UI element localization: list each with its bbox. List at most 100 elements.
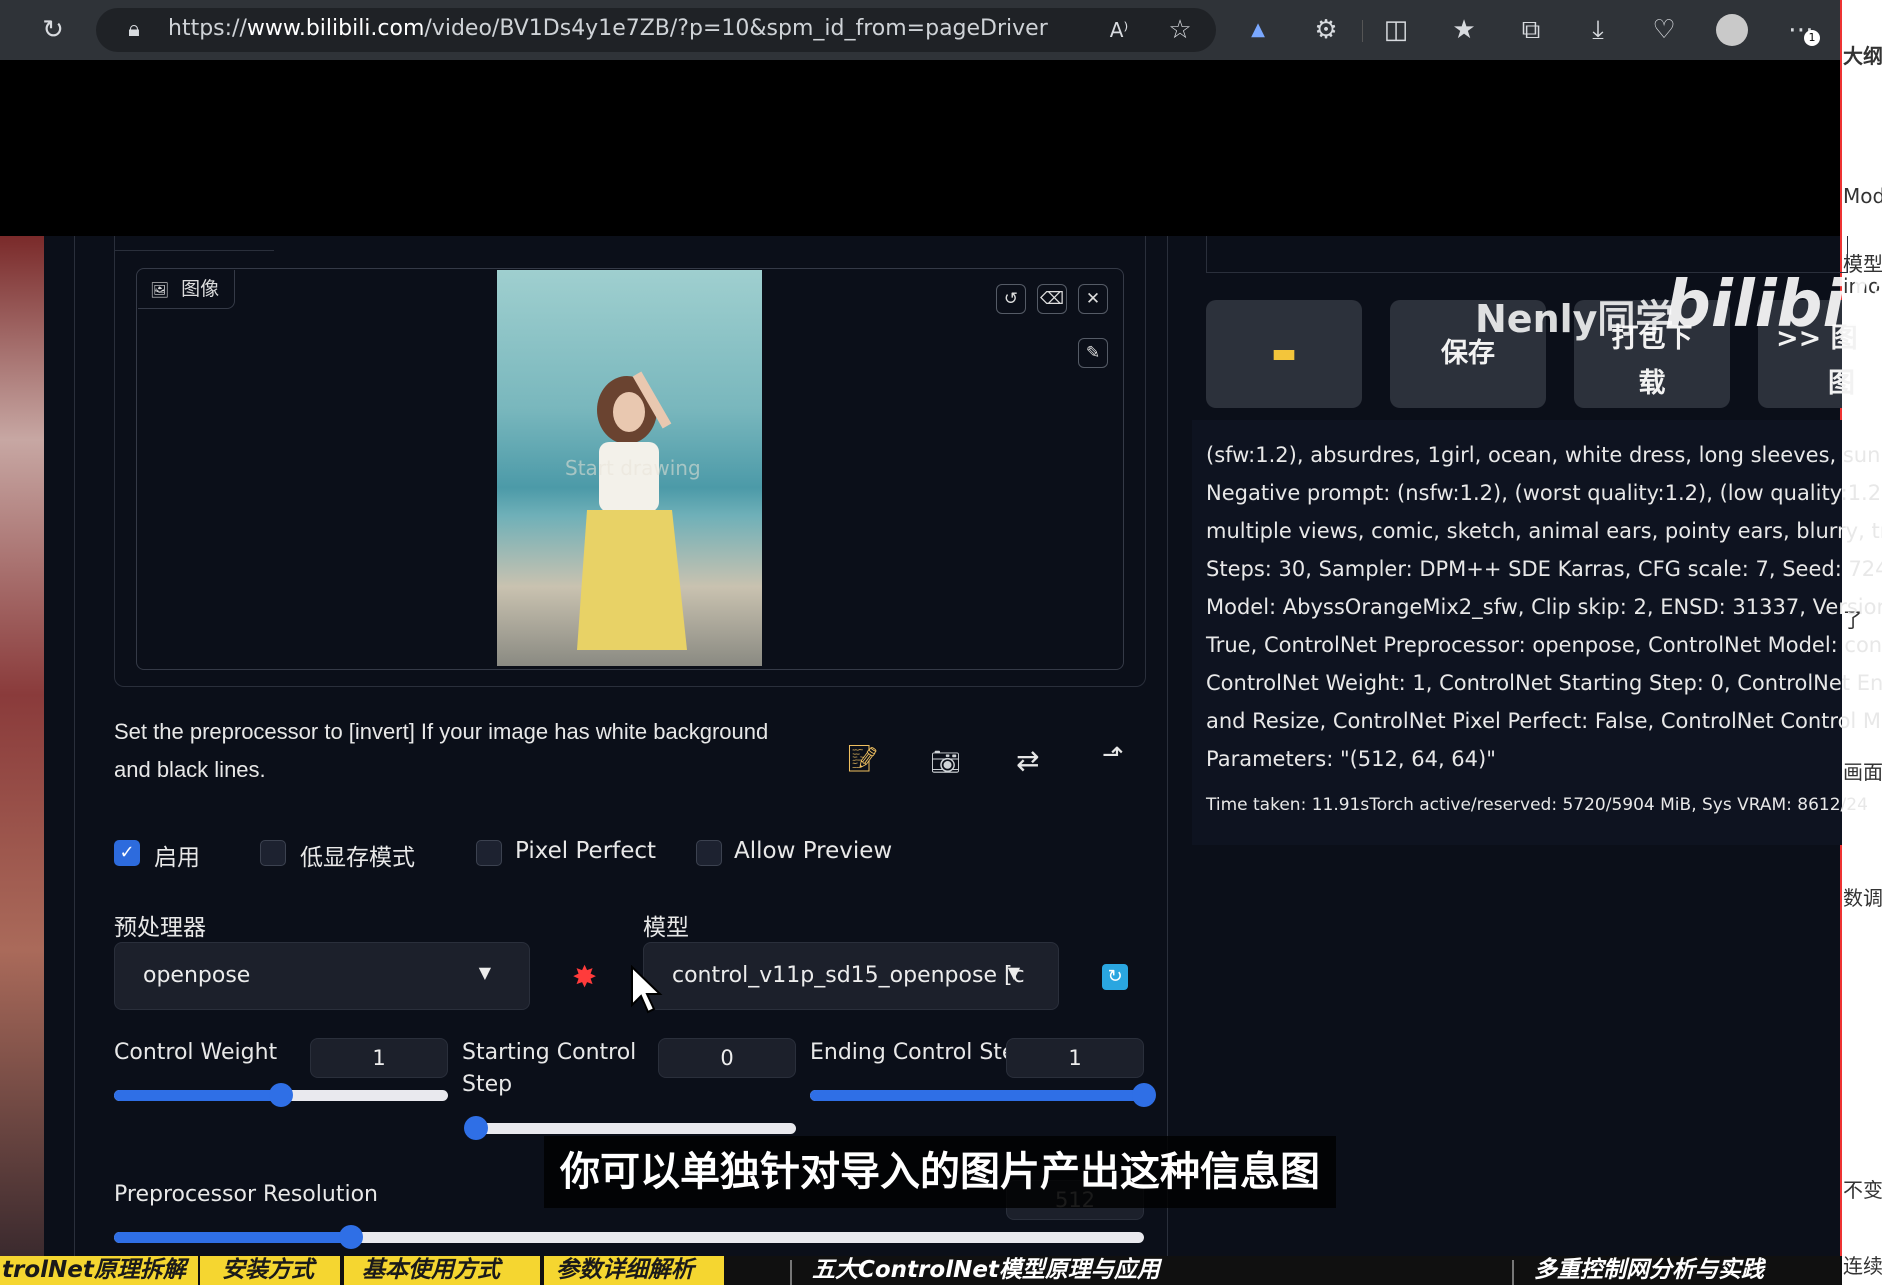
starting-step-label: Starting Control xyxy=(462,1040,637,1065)
chapter-item[interactable]: 安装方式 xyxy=(200,1256,340,1285)
chapter-item[interactable]: 基本使用方式 xyxy=(344,1256,540,1285)
control-weight-label: Control Weight xyxy=(114,1040,278,1065)
chapter-divider xyxy=(790,1260,792,1285)
lock-icon[interactable]: 🔒︎ xyxy=(116,15,152,45)
browser-essentials-icon[interactable]: ♡ xyxy=(1646,15,1682,45)
notification-badge: 1 xyxy=(1804,30,1820,46)
folder-icon: ▬ xyxy=(1271,338,1297,369)
chevron-down-icon: ▼ xyxy=(478,963,491,982)
model-value: control_v11p_sd15_openpose [c xyxy=(672,963,1025,988)
outline-text: 数调 xyxy=(1843,886,1882,910)
info-line: and Resize, ControlNet Pixel Perfect: Fa… xyxy=(1206,709,1882,733)
info-line: Parameters: "(512, 64, 64)" xyxy=(1206,747,1496,771)
background-artwork-strip xyxy=(0,236,44,1256)
close-icon[interactable]: ✕ xyxy=(1078,284,1108,314)
url-text[interactable]: https://www.bilibili.com/video/BV1Ds4y1e… xyxy=(168,16,1048,41)
time-taken-text: Time taken: 11.91sTorch active/reserved:… xyxy=(1206,795,1868,815)
preprocessor-resolution-slider-fill xyxy=(114,1232,351,1243)
info-line: (sfw:1.2), absurdres, 1girl, ocean, whit… xyxy=(1206,443,1882,467)
brush-icon[interactable]: ✎ xyxy=(1078,338,1108,368)
chapter-divider xyxy=(1512,1260,1514,1285)
undo-icon[interactable]: ↺ xyxy=(996,284,1026,314)
ending-step-input[interactable]: 1 xyxy=(1006,1038,1144,1078)
image-label-text: 图像 xyxy=(181,278,220,300)
run-preprocessor-icon[interactable]: ✸ xyxy=(572,960,597,995)
bilibili-logo-watermark: bilibili xyxy=(1665,268,1882,342)
toolbar-divider xyxy=(1362,20,1363,42)
preprocessor-resolution-label: Preprocessor Resolution xyxy=(114,1182,378,1207)
favorite-star-icon[interactable]: ☆ xyxy=(1162,15,1198,45)
uploader-watermark: Nenly同学 xyxy=(1475,297,1674,341)
video-subtitle: 你可以单独针对导入的图片产出这种信息图 xyxy=(544,1136,1336,1208)
info-line: multiple views, comic, sketch, animal ea… xyxy=(1206,519,1882,543)
refresh-models-icon[interactable]: ↻ xyxy=(1102,964,1128,990)
ending-step-slider-fill xyxy=(810,1090,1144,1101)
download-icon[interactable]: ⤓ xyxy=(1580,15,1616,45)
allow-preview-label: Allow Preview xyxy=(734,838,893,864)
extensions-icon[interactable]: ⚙ xyxy=(1308,15,1344,45)
refresh-icon[interactable]: ↻ xyxy=(35,15,71,45)
starting-step-input[interactable]: 0 xyxy=(658,1038,796,1078)
send-to-img2img-line2: 图 xyxy=(1828,368,1855,399)
ending-step-slider-handle[interactable] xyxy=(1132,1083,1156,1107)
preprocessor-value: openpose xyxy=(143,963,251,988)
info-line: Negative prompt: (nsfw:1.2), (worst qual… xyxy=(1206,481,1882,505)
read-aloud-icon[interactable]: A⁾ xyxy=(1101,15,1137,45)
starting-step-label-line2: Step xyxy=(462,1072,513,1097)
pixel-perfect-checkbox[interactable] xyxy=(476,840,502,866)
collections-icon[interactable]: ⧉ xyxy=(1513,15,1549,45)
control-weight-input[interactable]: 1 xyxy=(310,1038,448,1078)
outline-text: 不变 xyxy=(1843,1178,1882,1202)
enable-checkbox[interactable]: ✓ xyxy=(114,840,140,866)
outline-text: 连续 xyxy=(1843,1254,1882,1278)
outline-text: 大纲 xyxy=(1843,44,1882,68)
outline-text: Mod xyxy=(1843,184,1882,208)
outline-text: 画面 xyxy=(1843,760,1882,784)
chevron-down-icon: ▼ xyxy=(1007,963,1020,982)
starting-step-slider[interactable] xyxy=(476,1123,796,1134)
swap-icon[interactable]: ⇄ xyxy=(1016,744,1039,777)
photo-subject xyxy=(577,371,687,650)
webcam-icon[interactable]: 📷︎ xyxy=(930,748,960,776)
mouse-cursor-icon xyxy=(631,965,663,1014)
eraser-icon[interactable]: ⌫ xyxy=(1037,284,1067,314)
copilot-icon[interactable]: ▲ xyxy=(1240,15,1276,45)
info-line: Steps: 30, Sampler: DPM++ SDE Karras, CF… xyxy=(1206,557,1882,581)
chapter-item[interactable]: 参数详细解析 xyxy=(544,1256,724,1285)
control-weight-slider-fill xyxy=(114,1090,281,1101)
model-label: 模型 xyxy=(643,915,689,941)
url-prefix: https:// xyxy=(168,16,247,41)
new-canvas-icon[interactable]: 📝︎ xyxy=(846,744,879,774)
chapter-item[interactable]: trolNet原理拆解 xyxy=(0,1256,198,1285)
preprocessor-select[interactable]: openpose ▼ xyxy=(114,942,530,1010)
url-domain: www.bilibili.com xyxy=(246,16,425,41)
info-line: Model: AbyssOrangeMix2_sfw, Clip skip: 2… xyxy=(1206,595,1882,619)
send-dimensions-icon[interactable]: ⬏ xyxy=(1102,740,1124,770)
low-vram-checkbox[interactable] xyxy=(260,840,286,866)
preprocessor-resolution-slider-handle[interactable] xyxy=(339,1225,363,1249)
chapter-item[interactable]: 多重控制网分析与实践 xyxy=(1534,1256,1834,1285)
info-line: True, ControlNet Preprocessor: openpose,… xyxy=(1206,633,1882,657)
image-label: 🖼︎ 图像 xyxy=(138,270,235,309)
hint-text-line1: Set the preprocessor to [invert] If your… xyxy=(114,719,769,744)
model-select[interactable]: control_v11p_sd15_openpose [c ▼ xyxy=(643,942,1059,1010)
profile-avatar[interactable] xyxy=(1716,14,1748,46)
open-folder-button[interactable]: ▬ xyxy=(1206,300,1362,408)
pixel-perfect-label: Pixel Perfect xyxy=(515,838,657,864)
allow-preview-checkbox[interactable] xyxy=(696,840,722,866)
hint-text-line2: and black lines. xyxy=(114,757,266,782)
split-screen-icon[interactable]: ◫ xyxy=(1378,15,1414,45)
preprocessor-label: 预处理器 xyxy=(114,915,206,941)
canvas-placeholder: Start drawing xyxy=(565,456,701,480)
favorites-icon[interactable]: ★ xyxy=(1446,15,1482,45)
zip-download-label-line2: 载 xyxy=(1638,368,1666,399)
enable-label: 启用 xyxy=(154,845,200,871)
starting-step-slider-handle[interactable] xyxy=(464,1116,488,1140)
url-path: /video/BV1Ds4y1e7ZB/?p=10&spm_id_from=pa… xyxy=(424,16,1048,41)
low-vram-label: 低显存模式 xyxy=(300,845,415,871)
chapter-item[interactable]: 五大ControlNet模型原理与应用 xyxy=(812,1256,1312,1285)
info-line: ControlNet Weight: 1, ControlNet Startin… xyxy=(1206,671,1882,695)
ending-step-label: Ending Control Step xyxy=(810,1040,1030,1065)
control-weight-slider-handle[interactable] xyxy=(269,1083,293,1107)
image-icon: 🖼︎ xyxy=(150,281,170,299)
